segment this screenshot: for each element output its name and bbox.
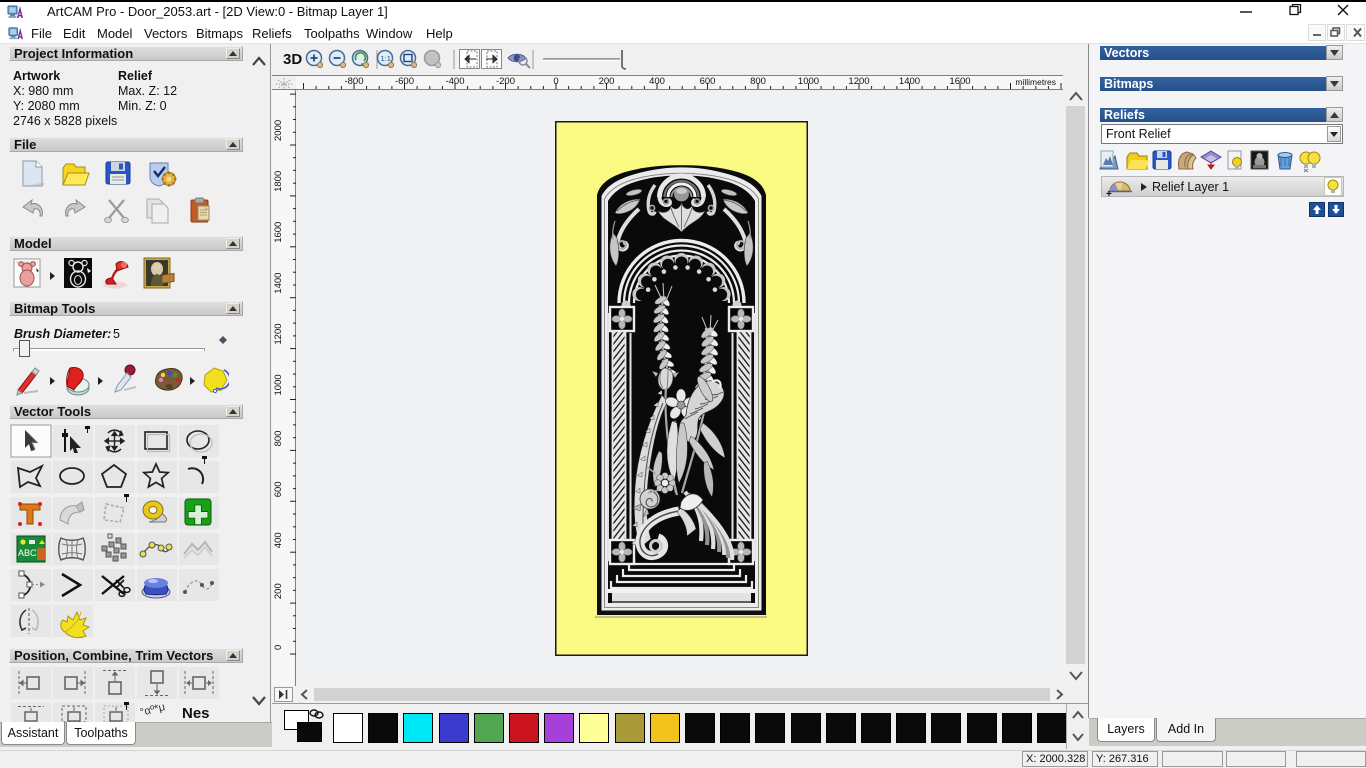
svg-text:1600: 1600 <box>273 222 284 243</box>
svg-text:-800: -800 <box>344 76 363 87</box>
svg-text:200: 200 <box>273 583 284 599</box>
svg-text:-600: -600 <box>395 76 414 87</box>
svg-text:1400: 1400 <box>899 76 920 87</box>
svg-text:1800: 1800 <box>273 171 284 192</box>
svg-text:600: 600 <box>700 76 716 87</box>
svg-text:0: 0 <box>553 76 558 87</box>
svg-text:-400: -400 <box>445 76 464 87</box>
svg-text:1000: 1000 <box>798 76 819 87</box>
svg-text:2000: 2000 <box>273 120 284 141</box>
svg-text:Nes: Nes <box>182 705 210 722</box>
svg-text:0: 0 <box>273 645 284 650</box>
svg-text:1600: 1600 <box>949 76 970 87</box>
svg-text:1000: 1000 <box>273 374 284 395</box>
svg-text:800: 800 <box>273 431 284 447</box>
svg-text:1200: 1200 <box>273 323 284 344</box>
svg-text:800: 800 <box>750 76 766 87</box>
svg-text:200: 200 <box>599 76 615 87</box>
svg-text:600: 600 <box>273 481 284 497</box>
svg-text:1:1: 1:1 <box>381 54 391 63</box>
svg-text:400: 400 <box>649 76 665 87</box>
svg-text:1200: 1200 <box>848 76 869 87</box>
svg-text:3D: 3D <box>283 51 302 68</box>
svg-text:400: 400 <box>273 532 284 548</box>
svg-text:ABC: ABC <box>18 548 37 558</box>
svg-text:+: + <box>1106 189 1112 197</box>
svg-text:-200: -200 <box>496 76 515 87</box>
svg-text:millimetres: millimetres <box>1015 77 1056 87</box>
svg-text:1400: 1400 <box>273 273 284 294</box>
svg-text:°αº*μ: °αº*μ <box>139 701 167 719</box>
